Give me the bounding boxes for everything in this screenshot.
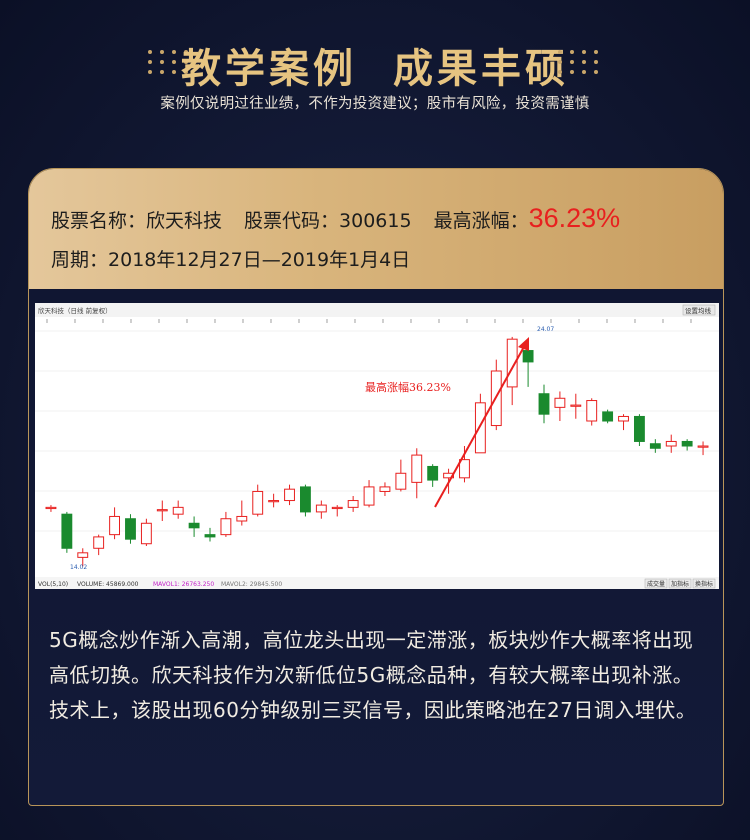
candle-down [681,440,693,447]
risk-disclaimer: 案例仅说明过往业绩，不作为投资建议；股市有风险，投资需谨慎 [160,96,590,112]
candle-down [188,522,200,529]
max-gain-annotation: 最高涨幅36.23% [365,380,451,394]
candles-layer [45,336,709,567]
high-price-label: 24.07 [537,326,554,333]
candle-down [633,415,645,442]
stock-code-label: 股票代码： [244,210,340,232]
vol-mavol2: MAVOL2: 29845.500 [221,581,282,588]
stock-info-panel: 股票名称：欣天科技 股票代码：300615 最高涨幅：36.23% 周期：2018年… [29,169,723,289]
candle-up [665,440,677,447]
candle-up [395,472,407,490]
candle-up [268,500,280,503]
kline-chart: 欣天科技（日线 前复权） 设置均线 最高涨幅36.23% 24.07 14.02… [35,303,719,589]
stock-name-label: 股票名称： [51,210,147,232]
chart-grid [35,330,719,532]
candle-up [554,397,566,408]
vol-mavol1: MAVOL1: 26763.250 [153,581,214,588]
candle-down [427,465,439,481]
right-dots-decoration [558,48,622,76]
candle-up [618,415,629,422]
vol-volume: VOLUME: 45869.000 [77,581,139,588]
candle-up [140,522,152,545]
candle-up [93,536,105,549]
max-gain-label: 最高涨幅： [433,210,529,232]
low-price-label: 14.02 [70,564,87,571]
candle-down [649,443,661,449]
candle-up [236,515,248,522]
set-ma-button-label: 设置均线 [685,306,712,315]
candle-up [379,486,391,492]
case-description: 5G概念炒作渐入高潮，高位龙头出现一定滞涨，板块炒作大概率将出现高低切换。欣天科… [49,628,697,722]
candle-up [363,486,375,506]
period-row: 周期：2018年12月27日—2019年1月4日 [51,245,410,272]
rise-arrow-line [434,344,526,508]
stock-name: 欣天科技 [146,210,223,232]
candle-up [331,506,343,510]
case-card: 股票名称：欣天科技 股票代码：300615 最高涨幅：36.23% 周期：2018年… [28,168,724,806]
candle-up [570,404,582,407]
candle-up [156,509,168,512]
candle-down [299,486,311,513]
candle-up [411,454,423,483]
rise-arrow-head [518,337,529,351]
candle-up [284,488,295,502]
page-header: 教学案例 成果丰硕 案例仅说明过往业绩，不作为投资建议；股市有风险，投资需谨慎 [0,0,750,150]
chart-stock-label: 欣天科技（日线 前复权） [38,306,112,315]
volume-button-label: 成交量 [647,580,665,588]
add-indicator-button-label: 加指标 [671,580,689,588]
candlestick-chart-svg: 欣天科技（日线 前复权） 设置均线 最高涨幅36.23% 24.07 14.02… [35,303,719,589]
chart-top-bar [35,303,719,317]
candle-up [252,490,264,515]
candle-up [109,515,121,536]
period-value: 2018年12月27日—2019年1月4日 [108,249,411,271]
candle-up [172,506,184,515]
candle-down [61,513,73,549]
candle-up [315,504,327,513]
candle-up [697,445,709,448]
candle-down [538,393,550,415]
candle-up [474,402,486,454]
candle-up [347,500,359,508]
max-gain-value: 36.23% [528,203,621,233]
stock-info-row: 股票名称：欣天科技 股票代码：300615 最高涨幅：36.23% [51,203,620,234]
stock-code: 300615 [339,210,412,232]
candle-down [522,350,534,363]
candle-down [125,518,136,540]
period-label: 周期： [51,249,109,271]
vol-indicator-name: VOL(5,10) [38,581,68,588]
candle-up [220,518,232,536]
candle-up [77,552,89,558]
chart-top-ticks [46,319,692,323]
candle-down [204,534,216,538]
switch-indicator-button-label: 换指标 [695,580,713,588]
candle-up [45,506,57,510]
page-title: 教学案例 成果丰硕 [181,45,569,92]
candle-down [602,411,614,422]
candle-up [459,459,470,479]
candle-up [586,400,598,422]
